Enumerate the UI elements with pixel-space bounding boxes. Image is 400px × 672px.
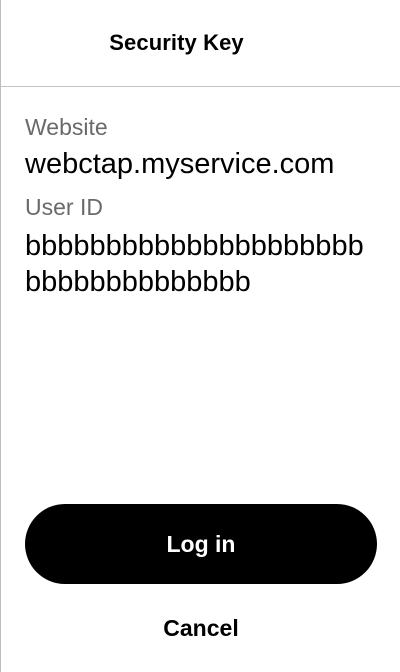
dialog-header: Security Key xyxy=(1,0,400,87)
user-id-value: bbbbbbbbbbbbbbbbbbbbbbbbbbbbbbbbbbb xyxy=(25,229,364,298)
cancel-button[interactable]: Cancel xyxy=(25,606,377,650)
website-label: Website xyxy=(25,114,108,140)
security-key-dialog: Security Key Website webctap.myservice.c… xyxy=(0,0,400,672)
website-value: webctap.myservice.com xyxy=(25,148,335,181)
login-button[interactable]: Log in xyxy=(25,504,377,584)
credential-details: Website webctap.myservice.com User ID bb… xyxy=(1,87,400,300)
dialog-title: Security Key xyxy=(109,30,244,55)
user-id-label: User ID xyxy=(25,194,103,221)
